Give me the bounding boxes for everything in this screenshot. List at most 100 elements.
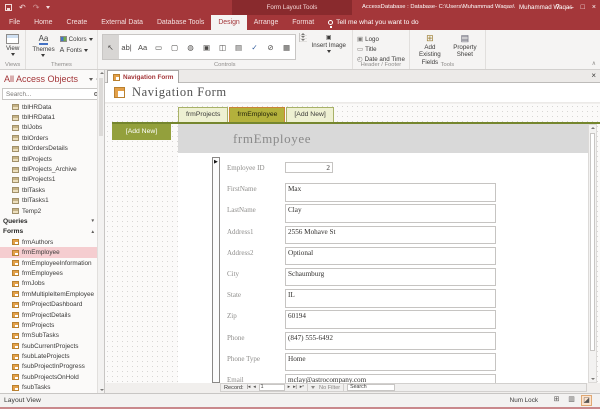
ribbon-tab[interactable]: External Data	[94, 15, 150, 30]
gallery-more-icon[interactable]	[301, 39, 305, 41]
ribbon-tab[interactable]: Format	[285, 15, 321, 30]
no-filter-button[interactable]: No Filter	[319, 385, 340, 391]
nav-pane-scrollbar[interactable]	[97, 70, 104, 393]
nav-item[interactable]: tblTasks1	[0, 196, 104, 206]
nav-item[interactable]: frmAuthors	[0, 237, 104, 247]
last-record-icon[interactable]: ▸|	[293, 384, 297, 391]
field-input[interactable]: Schaumburg	[285, 268, 496, 287]
scroll-down-icon[interactable]	[100, 389, 104, 391]
field-input[interactable]: Home	[285, 353, 496, 372]
nav-item[interactable]: fsubLateProjects	[0, 351, 104, 361]
option-group-icon[interactable]: ▤	[231, 35, 247, 59]
nav-item[interactable]: frmProjectDashboard	[0, 299, 104, 309]
search-input[interactable]: Search...	[2, 88, 102, 100]
nav-item[interactable]: tblHRData	[0, 102, 104, 112]
field-input[interactable]: 60194	[285, 310, 496, 329]
nav-item[interactable]: Forms ▴	[0, 227, 104, 237]
qat-customize-caret-icon[interactable]	[46, 6, 50, 9]
navigation-tab[interactable]: frmProjects	[178, 107, 228, 122]
field-input[interactable]: (847) 555-6492	[285, 332, 496, 351]
navigation-tab[interactable]: frmEmployee	[229, 107, 285, 122]
record-position-input[interactable]: 1	[259, 384, 285, 391]
document-tab[interactable]: Navigation Form	[107, 70, 179, 83]
attachment-icon[interactable]: ⊘	[263, 35, 279, 59]
field-input[interactable]: Max	[285, 183, 496, 202]
next-record-icon[interactable]: ▸	[288, 384, 290, 391]
navigation-control-icon[interactable]: ◫	[215, 35, 231, 59]
gallery-scrollbar[interactable]	[299, 33, 307, 42]
nav-item[interactable]: frmMultipleItemEmployee	[0, 289, 104, 299]
insert-image-button[interactable]: ▣ Insert Image	[310, 33, 348, 54]
nav-item[interactable]: frmEmployees	[0, 268, 104, 278]
ribbon-tab[interactable]: Design	[211, 15, 246, 30]
side-add-new-button[interactable]: [Add New]	[112, 124, 171, 140]
datasheet-view-icon[interactable]: ⊞	[551, 395, 562, 406]
tab-control-icon[interactable]: ▢	[167, 35, 183, 59]
field-input[interactable]: IL	[285, 289, 496, 308]
form-view-icon[interactable]: ▥	[566, 395, 577, 406]
nav-item[interactable]: frmEmployeeInformation	[0, 258, 104, 268]
record-search-input[interactable]: Search	[347, 384, 395, 391]
field-input[interactable]: 2556 Mohave St	[285, 226, 496, 245]
title-button[interactable]: ▭ Title	[357, 45, 405, 53]
field-input[interactable]: mclay@astrocompany.com	[285, 374, 496, 383]
tell-me-box[interactable]: Tell me what you want to do	[328, 15, 419, 30]
fonts-button[interactable]: A Fonts	[60, 46, 93, 54]
nav-item[interactable]: fsubProjectInProgress	[0, 362, 104, 372]
ribbon-tab[interactable]: Database Tools	[150, 15, 211, 30]
ribbon-tab[interactable]: Create	[60, 15, 95, 30]
maximize-button[interactable]: □	[581, 4, 585, 11]
label-icon[interactable]: Aa	[135, 35, 151, 59]
record-selector-bar[interactable]: ▶	[212, 157, 220, 383]
property-sheet-button[interactable]: ▤ Property Sheet	[449, 33, 481, 60]
nav-item[interactable]: frmProjects	[0, 320, 104, 330]
checkbox-icon[interactable]: ✓	[247, 35, 263, 59]
first-record-icon[interactable]: |◂	[247, 384, 251, 391]
nav-item[interactable]: tblHRData1	[0, 112, 104, 122]
nav-item[interactable]: Queries ▾	[0, 216, 104, 226]
minimize-button[interactable]: —	[567, 4, 574, 11]
field-input[interactable]: 2	[285, 162, 333, 173]
logo-button[interactable]: ▣ Logo	[357, 35, 405, 43]
nav-item[interactable]: tblTasks	[0, 185, 104, 195]
close-button[interactable]: ×	[592, 4, 596, 11]
new-record-icon[interactable]: ▸*	[300, 384, 304, 391]
web-browser-icon[interactable]: ▣	[199, 35, 215, 59]
nav-item[interactable]: frmJobs	[0, 279, 104, 289]
scroll-up-icon[interactable]	[100, 72, 104, 74]
scroll-down-icon[interactable]	[591, 378, 595, 380]
nav-pane-menu-caret-icon[interactable]	[89, 78, 93, 81]
nav-item[interactable]: tblOrders	[0, 133, 104, 143]
nav-item[interactable]: tblProjects1	[0, 175, 104, 185]
ribbon-tab[interactable]: File	[2, 15, 27, 30]
button-icon[interactable]: ▭	[151, 35, 167, 59]
nav-item[interactable]: frmSubTasks	[0, 331, 104, 341]
field-input[interactable]: Clay	[285, 204, 496, 223]
subform-icon[interactable]: ▦	[279, 35, 295, 59]
subform-title[interactable]: frmEmployee	[233, 131, 311, 147]
document-close-icon[interactable]: ×	[591, 70, 596, 82]
hyperlink-icon[interactable]: ◍	[183, 35, 199, 59]
collapse-ribbon-icon[interactable]: ∧	[592, 60, 596, 67]
previous-record-icon[interactable]: ◂	[253, 384, 255, 391]
themes-button[interactable]: Aa Themes	[30, 33, 56, 58]
help-button[interactable]: ?	[556, 4, 560, 11]
nav-item[interactable]: frmProjectDetails	[0, 310, 104, 320]
nav-item[interactable]: fsubTasks	[0, 383, 104, 393]
navigation-tab[interactable]: [Add New]	[286, 107, 333, 122]
nav-item[interactable]: fsubCurrentProjects	[0, 341, 104, 351]
ribbon-tab[interactable]: Arrange	[247, 15, 286, 30]
textbox-icon[interactable]: ab|	[119, 35, 135, 59]
save-icon[interactable]	[5, 4, 12, 11]
nav-item[interactable]: tblJobs	[0, 123, 104, 133]
colors-button[interactable]: Colors	[60, 35, 93, 43]
gallery-up-icon[interactable]	[301, 33, 305, 35]
undo-icon[interactable]: ↶	[19, 0, 26, 15]
subform-scrollbar[interactable]	[588, 124, 597, 383]
scroll-up-icon[interactable]	[591, 127, 595, 129]
field-input[interactable]: Optional	[285, 247, 496, 266]
nav-item[interactable]: frmEmployee	[0, 247, 104, 257]
nav-item[interactable]: tblOrdersDetails	[0, 144, 104, 154]
ribbon-tab[interactable]: Home	[27, 15, 59, 30]
scroll-thumb[interactable]	[590, 133, 595, 351]
